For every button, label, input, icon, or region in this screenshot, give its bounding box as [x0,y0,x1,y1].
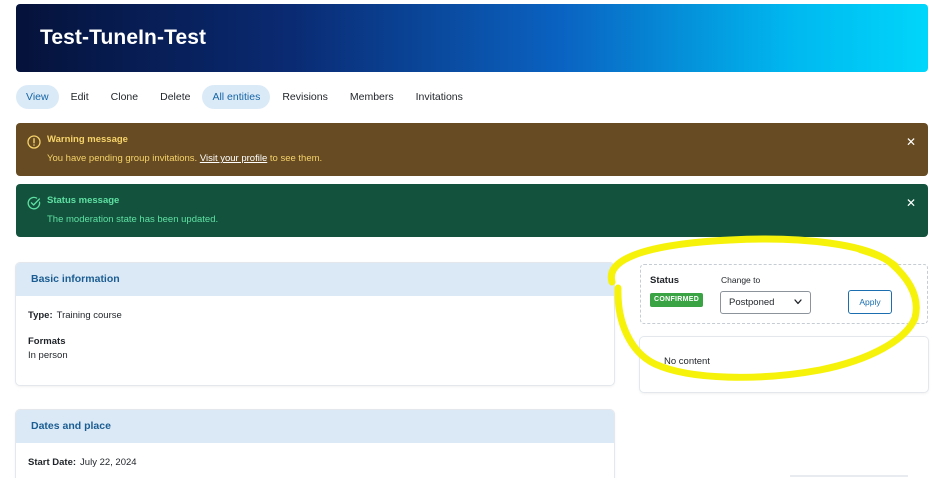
start-date-value: July 22, 2024 [80,457,137,468]
tab-delete[interactable]: Delete [150,85,200,109]
tab-members[interactable]: Members [340,85,404,109]
type-value: Training course [56,310,122,321]
basic-information-card: Basic information Type: Training course F… [16,263,614,385]
tab-revisions[interactable]: Revisions [272,85,338,109]
warning-text-after: to see them. [267,153,323,164]
tab-invitations[interactable]: Invitations [406,85,473,109]
selected-state: Postponed [729,297,775,308]
check-circle-icon [27,196,41,210]
warning-text: You have pending group invitations. Visi… [47,153,322,164]
warning-message: Warning message You have pending group i… [16,123,928,176]
page-header: Test-TuneIn-Test [16,4,928,72]
formats-value: In person [28,350,68,361]
no-content-text: No content [664,356,710,367]
dates-and-place-heading: Dates and place [16,410,614,443]
page-title: Test-TuneIn-Test [40,26,207,49]
visit-profile-link[interactable]: Visit your profile [200,153,267,164]
divider [790,475,908,477]
start-date-field: Start Date: July 22, 2024 [28,457,137,468]
tab-edit[interactable]: Edit [61,85,99,109]
formats-label: Formats [28,336,66,347]
apply-button[interactable]: Apply [848,290,892,314]
status-label: Status [650,275,680,286]
status-badge: CONFIRMED [650,293,704,307]
dates-and-place-card: Dates and place Start Date: July 22, 2024 [16,410,614,478]
moderation-control: Status CONFIRMED Change to Postponed App… [640,264,928,324]
warning-circle-icon [27,135,41,149]
tab-view[interactable]: View [16,85,59,109]
basic-information-heading: Basic information [16,263,614,296]
moderation-state-select[interactable]: Postponed [720,291,811,314]
type-label: Type: [28,310,53,321]
close-icon[interactable]: ✕ [906,136,916,148]
sidebar-content-card: No content [640,337,928,392]
close-icon[interactable]: ✕ [906,197,916,209]
tab-clone[interactable]: Clone [101,85,148,109]
change-to-label: Change to [721,275,761,285]
status-message: Status message The moderation state has … [16,184,928,237]
warning-title: Warning message [47,134,128,145]
chevron-down-icon [794,299,802,305]
warning-text-before: You have pending group invitations. [47,153,200,164]
local-tasks-tabs: View Edit Clone Delete All entities Revi… [16,85,475,109]
start-date-label: Start Date: [28,457,77,468]
status-title: Status message [47,195,120,206]
tab-all-entities[interactable]: All entities [202,85,271,109]
status-text: The moderation state has been updated. [47,214,219,225]
type-field: Type: Training course [28,310,122,321]
